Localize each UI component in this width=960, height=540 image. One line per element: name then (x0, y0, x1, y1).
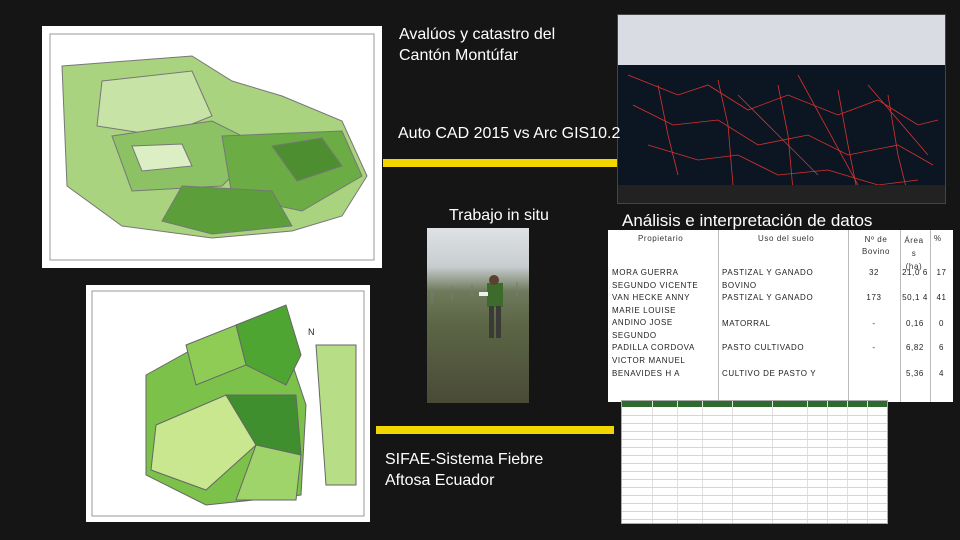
spreadsheet-screenshot (621, 400, 888, 524)
field-work-photo (427, 228, 529, 403)
sifae-map-image: N (86, 285, 370, 522)
row1-owner: MORA GUERRA SEGUNDO VICENTE (612, 268, 699, 290)
row4-bovinos: - (872, 343, 876, 352)
row2-area: 50,1 4 (902, 293, 928, 302)
header-bovinos: Nº de Bovino (861, 235, 891, 256)
data-table: Propietario Uso del suelo Nº de Bovino Á… (608, 230, 953, 402)
catastro-title: Avalúos y catastro del Cantón Montúfar (399, 26, 556, 64)
trabajo-in-situ-caption: Trabajo in situ (449, 207, 549, 224)
row3-area: 0,16 (906, 319, 924, 328)
row1-use: PASTIZAL Y GANADO BOVINO (722, 268, 814, 290)
row2-pct: 41 (936, 293, 947, 302)
row1-area: 21,0 6 (902, 268, 928, 277)
header-pct: % (934, 234, 942, 243)
row1-bovinos: 32 (868, 268, 880, 277)
header-propietario: Propietario (638, 234, 684, 243)
row2-use: PASTIZAL Y GANADO (722, 293, 814, 302)
accent-bar (383, 159, 617, 167)
row5-pct: 4 (938, 369, 945, 378)
row4-owner: PADILLA CORDOVA VICTOR MANUEL (612, 343, 695, 365)
row5-area: 5,36 (906, 369, 924, 378)
accent-bar-lower (376, 426, 614, 434)
row2-bovinos: 173 (866, 293, 882, 302)
row1-pct: 17 (936, 268, 947, 277)
row4-area: 6,82 (906, 343, 924, 352)
row3-owner: ANDINO JOSE SEGUNDO (612, 318, 673, 340)
autocad-screenshot (617, 14, 946, 204)
svg-text:N: N (308, 327, 315, 337)
row3-bovinos: - (872, 319, 876, 328)
row4-pct: 6 (938, 343, 945, 352)
row5-owner: BENAVIDES H A (612, 369, 681, 378)
row3-pct: 0 (938, 319, 945, 328)
row5-use: CULTIVO DE PASTO Y (722, 369, 817, 378)
catastro-map-image (42, 26, 382, 268)
row3-use: MATORRAL (722, 319, 771, 328)
row2-owner: VAN HECKE ANNY MARIE LOUISE (612, 293, 690, 315)
analisis-heading: Análisis e interpretación de datos (622, 211, 873, 230)
sifae-caption: SIFAE-Sistema Fiebre Aftosa Ecuador (385, 451, 544, 489)
row4-use: PASTO CULTIVADO (722, 343, 805, 352)
header-uso-suelo: Uso del suelo (758, 234, 815, 243)
autocad-vs-arcgis-caption: Auto CAD 2015 vs Arc GIS10.2 (398, 125, 621, 142)
